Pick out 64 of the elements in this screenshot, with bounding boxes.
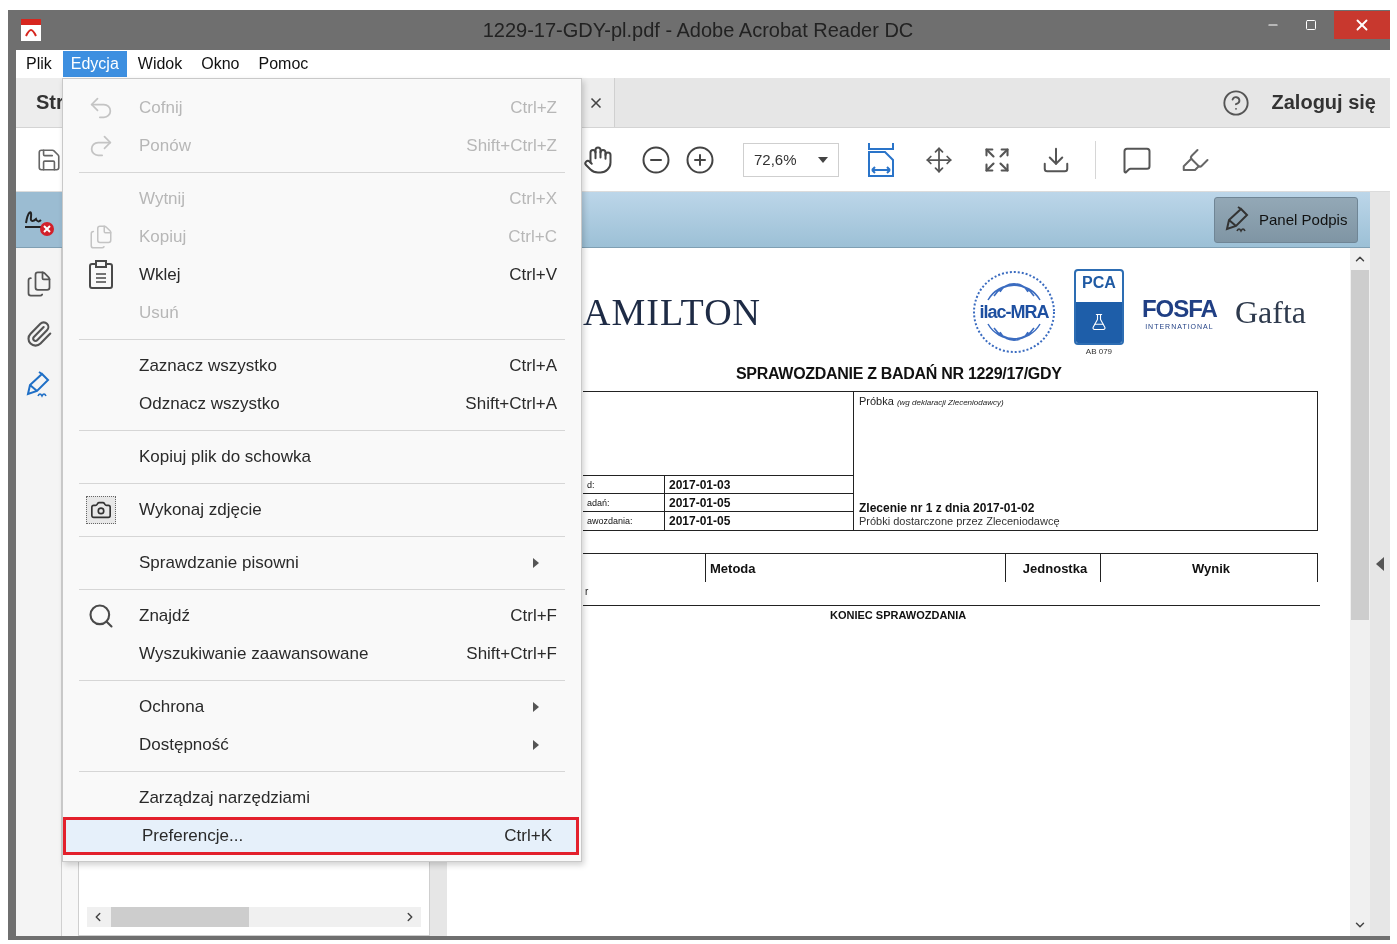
logo-text: Gafta <box>1234 293 1306 331</box>
camera-icon <box>86 496 116 524</box>
help-icon[interactable] <box>1221 88 1250 117</box>
menu-item[interactable]: Wykonaj zdjęcie <box>63 491 581 529</box>
full-screen-icon[interactable] <box>983 145 1011 174</box>
menu-item[interactable]: Preferencje... Ctrl+K <box>63 817 579 855</box>
zoom-field[interactable]: 72,6% <box>743 142 839 177</box>
end-text: KONIEC SPRAWOZDANIA <box>830 609 968 621</box>
sample-label: Próbka (wg deklaracji Zleceniodawcy) <box>859 395 1005 407</box>
zoom-in-icon[interactable] <box>685 144 715 175</box>
menu-item[interactable]: Zarządzaj narzędziami <box>63 779 581 817</box>
submenu-arrow-icon <box>533 740 539 750</box>
dropdown-caret-icon <box>818 156 828 163</box>
vertical-scrollbar[interactable] <box>1350 248 1370 936</box>
horizontal-scrollbar[interactable] <box>87 907 421 927</box>
delivery-text: Próbki dostarczone przez Zleceniodawcę <box>859 515 1061 527</box>
menu-item[interactable]: Znajdź Ctrl+F <box>63 597 581 635</box>
save-icon[interactable] <box>36 146 62 173</box>
menu-item[interactable]: Sprawdzanie pisowni <box>63 544 581 582</box>
table-cell: d: <box>583 476 665 494</box>
submenu-arrow-icon <box>533 558 539 568</box>
scroll-thumb[interactable] <box>111 907 249 927</box>
pca-logo: PCA <box>1073 268 1124 345</box>
collapse-arrow-icon[interactable] <box>1376 557 1384 571</box>
table-cell: 2017-01-05 <box>665 494 853 512</box>
scroll-thumb[interactable] <box>1351 270 1369 620</box>
table-cell: adań: <box>583 494 665 512</box>
zoom-out-icon[interactable] <box>641 144 671 175</box>
menu-bar-item[interactable]: Okno <box>193 51 248 77</box>
logo-caption: AB 079 <box>1085 346 1113 356</box>
column-header: Wynik <box>1100 554 1318 582</box>
menu-item[interactable]: Zaznacz wszystko Ctrl+A <box>63 347 581 385</box>
search-icon <box>87 602 115 630</box>
menu-item[interactable]: Wyszukiwanie zaawansowane Shift+Ctrl+F <box>63 635 581 673</box>
hand-tool-icon[interactable] <box>583 144 613 175</box>
menu-item[interactable]: Kopiuj plik do schowka <box>63 438 581 476</box>
table-cell: r <box>585 586 589 597</box>
window-title: 1229-17-GDY-pl.pdf - Adobe Acrobat Reader DC <box>481 18 915 42</box>
column-header: Jednostka <box>1005 554 1100 582</box>
fit-width-icon[interactable] <box>867 141 895 178</box>
close-button[interactable] <box>1334 11 1390 39</box>
menu-item[interactable]: Dostępność <box>63 726 581 764</box>
signature-panel-button[interactable]: Panel Podpis <box>1214 196 1358 243</box>
sign-in-link[interactable]: Zaloguj się <box>1271 91 1376 114</box>
table-cell: 2017-01-03 <box>665 476 853 494</box>
copy-icon <box>88 224 114 250</box>
menu-item[interactable]: Odznacz wszystko Shift+Ctrl+A <box>63 385 581 423</box>
table-cell-text: 2017-01-05 <box>668 513 732 530</box>
order-text: Zlecenie nr 1 z dnia 2017-01-02 <box>859 501 1036 515</box>
app-icon <box>20 18 42 42</box>
column-header: Metoda <box>705 554 1005 582</box>
paperclip-icon[interactable] <box>24 320 53 348</box>
clipboard-icon <box>88 260 114 290</box>
menu-bar-item[interactable]: Widok <box>129 51 191 77</box>
menu-bar-item[interactable]: Plik <box>18 51 60 77</box>
menu-item[interactable]: Wklej Ctrl+V <box>63 256 581 294</box>
menu-bar-item[interactable]: Pomoc <box>250 51 317 77</box>
submenu-arrow-icon <box>533 702 539 712</box>
table-cell: awozdania: <box>583 512 665 530</box>
menu-item[interactable]: Ochrona <box>63 688 581 726</box>
report-title: SPRAWOZDANIE Z BADAŃ NR 1229/17/GDY <box>736 365 1063 383</box>
logo-text: FOSFA <box>1141 294 1217 323</box>
maximize-icon <box>1305 19 1317 31</box>
company-name: AMILTON <box>583 290 762 334</box>
